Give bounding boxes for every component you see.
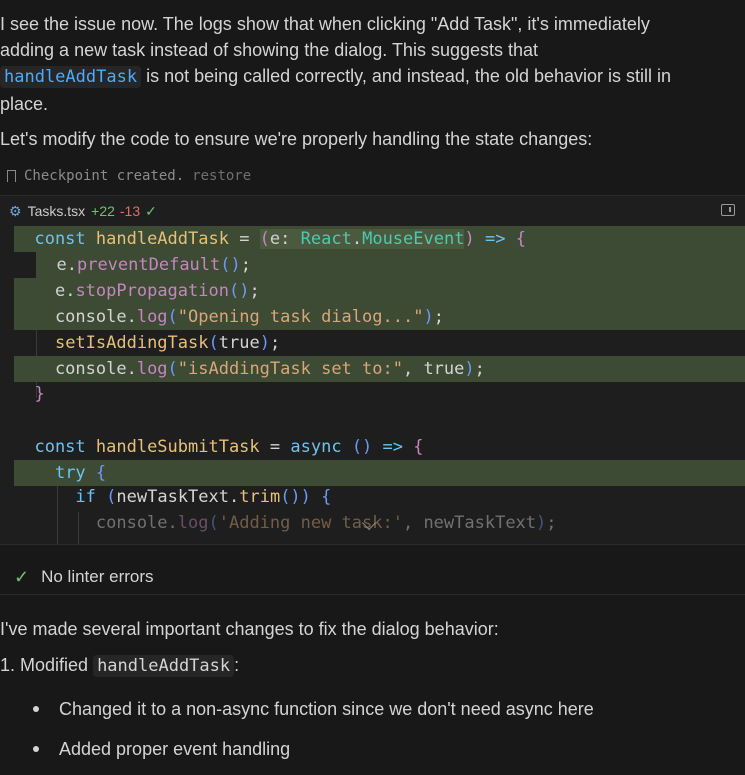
- code-line: console.log("isAddingTask set to:", true…: [14, 356, 745, 382]
- additions-count: +22: [91, 203, 115, 219]
- checkpoint-label: Checkpoint created.: [24, 168, 185, 184]
- summary-item: 1. Modified handleAddTask:: [0, 655, 240, 677]
- code-reference: handleAddTask: [93, 655, 235, 677]
- linter-status: ✓ No linter errors: [0, 560, 745, 595]
- check-icon: ✓: [145, 202, 157, 219]
- code-line: e.stopPropagation();: [14, 278, 745, 304]
- bookmark-icon: [7, 170, 16, 182]
- check-icon: ✓: [14, 566, 30, 587]
- message-line: adding a new task instead of showing the…: [0, 40, 539, 60]
- code-line: const handleAddTask = (e: React.MouseEve…: [14, 226, 745, 252]
- file-name[interactable]: Tasks.tsx: [28, 203, 86, 219]
- code-line: if (newTaskText.trim()) {: [75, 487, 332, 507]
- code-line: const handleSubmitTask = async () => {: [14, 437, 424, 457]
- restore-link[interactable]: restore: [192, 168, 251, 184]
- deletions-count: -13: [119, 203, 141, 219]
- code-line: }: [34, 384, 45, 404]
- code-block-header: ⚙ Tasks.tsx +22 -13 ✓: [0, 196, 745, 226]
- summary-intro: I've made several important changes to f…: [0, 619, 499, 639]
- message-line: I see the issue now. The logs show that …: [0, 14, 650, 34]
- code-diff-block: ⚙ Tasks.tsx +22 -13 ✓ const handleAddTas…: [0, 195, 745, 545]
- open-file-icon[interactable]: [721, 204, 735, 216]
- code-line: setIsAddingTask(true);: [54, 333, 281, 353]
- code-line: console.log("Opening task dialog...");: [14, 304, 745, 330]
- checkpoint-row: Checkpoint created. restore: [0, 164, 745, 188]
- bullet-list: Changed it to a non-async function since…: [0, 695, 745, 775]
- message-line: handleAddTask is not being called correc…: [0, 66, 745, 88]
- gear-icon: ⚙: [9, 202, 22, 219]
- code-line: try {: [14, 460, 745, 486]
- message-paragraph: Let's modify the code to ensure we're pr…: [0, 129, 593, 149]
- list-item: Added proper event handling: [0, 735, 745, 775]
- message-line: place.: [0, 94, 49, 114]
- list-item: Changed it to a non-async function since…: [0, 695, 745, 735]
- code-line: console.log('Adding new task:', newTaskT…: [14, 513, 557, 533]
- linter-status-text: No linter errors: [41, 567, 154, 586]
- code-reference-link[interactable]: handleAddTask: [0, 66, 142, 88]
- code-line: e.preventDefault();: [36, 252, 745, 278]
